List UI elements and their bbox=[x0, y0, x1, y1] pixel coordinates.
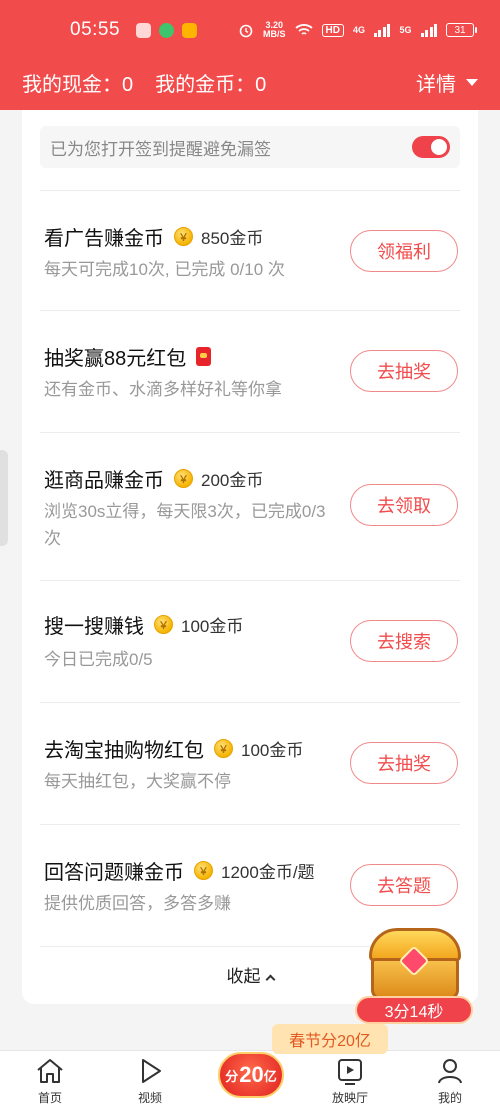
alarm-icon bbox=[239, 24, 253, 38]
task-title: 回答问题赚金币 ￥ 1200金币/题 bbox=[44, 856, 315, 885]
coin-icon: ￥ bbox=[174, 469, 193, 488]
signin-reminder-text: 已为您打开签到提醒避免漏签 bbox=[50, 139, 271, 159]
task-item-ad: 看广告赚金币 ￥ 850金币 每天可完成10次, 已完成 0/10 次 领福利 bbox=[22, 190, 478, 310]
task-desc: 提供优质回答，多答多赚 bbox=[44, 894, 231, 913]
nav-item-theater[interactable]: 放映厅 bbox=[300, 1051, 400, 1110]
nav-item-mine[interactable]: 我的 bbox=[400, 1051, 500, 1110]
task-desc: 每天抽红包，大奖赢不停 bbox=[44, 772, 231, 791]
coin-icon: ￥ bbox=[154, 615, 173, 634]
side-drawer-handle[interactable] bbox=[0, 450, 8, 546]
go-answer-button[interactable]: 去答题 bbox=[350, 864, 458, 906]
signal-5g-icon bbox=[420, 23, 437, 37]
net-speed: 3.20 MB/S bbox=[263, 20, 286, 39]
coin-balance: 我的金币：0 bbox=[155, 73, 267, 96]
coin-icon: ￥ bbox=[194, 861, 213, 880]
task-reward: 100金币 bbox=[181, 617, 244, 636]
task-desc: 还有金币、水滴多样好礼等你拿 bbox=[44, 380, 282, 399]
network-4g: 4G bbox=[352, 25, 365, 35]
promo-badge[interactable]: 分 20 亿 bbox=[218, 1052, 284, 1098]
signal-4g-icon bbox=[373, 23, 391, 37]
collapse-label: 收起 bbox=[226, 967, 261, 986]
task-title: 去淘宝抽购物红包 ￥ 100金币 bbox=[44, 734, 303, 763]
task-desc: 今日已完成0/5 bbox=[44, 650, 153, 669]
nav-item-video[interactable]: 视频 bbox=[100, 1051, 200, 1110]
signin-reminder-toggle[interactable] bbox=[412, 136, 450, 158]
nav-label: 首页 bbox=[37, 1091, 62, 1105]
treasure-chest-widget[interactable]: 3分14秒 bbox=[355, 920, 473, 1024]
spring-festival-tag[interactable]: 春节分20亿 bbox=[272, 1024, 388, 1054]
toggle-knob bbox=[431, 139, 447, 155]
task-item-taobao: 去淘宝抽购物红包 ￥ 100金币 每天抽红包，大奖赢不停 去抽奖 bbox=[22, 702, 478, 824]
signin-reminder-row: 已为您打开签到提醒避免漏签 bbox=[40, 126, 460, 168]
task-title: 逛商品赚金币 ￥ 200金币 bbox=[44, 464, 263, 493]
screen-icon bbox=[338, 1059, 362, 1085]
detail-button[interactable]: 详情 bbox=[416, 68, 478, 97]
go-search-button[interactable]: 去搜索 bbox=[350, 620, 458, 662]
nav-label: 放映厅 bbox=[331, 1091, 368, 1105]
wallet-header: 我的现金：0 我的金币：0 详情 bbox=[0, 62, 500, 102]
notification-icons bbox=[136, 22, 198, 38]
task-reward: 850金币 bbox=[201, 229, 264, 248]
go-lottery-button[interactable]: 去抽奖 bbox=[350, 350, 458, 392]
task-desc: 每天可完成10次, 已完成 0/10 次 bbox=[44, 260, 285, 279]
status-time: 05:55 bbox=[70, 19, 121, 40]
chevron-up-icon bbox=[265, 974, 275, 985]
red-envelope-icon bbox=[196, 347, 212, 366]
nav-label: 我的 bbox=[437, 1091, 462, 1105]
play-icon bbox=[142, 1059, 161, 1083]
go-claim-button[interactable]: 去领取 bbox=[350, 484, 458, 526]
coin-icon: ￥ bbox=[174, 227, 193, 246]
task-reward: 100金币 bbox=[241, 741, 304, 760]
task-item-lottery: 抽奖赢88元红包 还有金币、水滴多样好礼等你拿 去抽奖 bbox=[22, 310, 478, 432]
task-reward: 1200金币/题 bbox=[221, 863, 315, 882]
wechat-app-icon bbox=[159, 22, 175, 38]
chest-timer: 3分14秒 bbox=[355, 996, 473, 1024]
nav-label: 视频 bbox=[137, 1091, 162, 1105]
task-title: 看广告赚金币 ￥ 850金币 bbox=[44, 222, 263, 251]
claim-welfare-button[interactable]: 领福利 bbox=[350, 230, 458, 272]
person-icon bbox=[438, 1059, 462, 1084]
top-bar: 05:55 3.20 MB/S HD 4G 5G 31 我的现金：0 我的金币：… bbox=[0, 0, 500, 110]
video-app-icon bbox=[136, 22, 152, 38]
caret-down-icon bbox=[466, 78, 478, 86]
treasure-chest-icon bbox=[369, 928, 461, 1000]
battery-icon: 31 bbox=[446, 23, 477, 37]
status-bar: 05:55 3.20 MB/S HD 4G 5G 31 bbox=[0, 0, 500, 60]
task-item-search: 搜一搜赚钱 ￥ 100金币 今日已完成0/5 去搜索 bbox=[22, 580, 478, 702]
status-right: 3.20 MB/S HD 4G 5G 31 bbox=[238, 20, 477, 39]
task-desc: 浏览30s立得，每天限3次，已完成0/3次 bbox=[44, 502, 326, 548]
hd-badge: HD bbox=[321, 23, 344, 37]
home-icon bbox=[37, 1059, 63, 1083]
shopping-app-icon bbox=[182, 22, 198, 38]
task-title: 抽奖赢88元红包 bbox=[44, 342, 212, 371]
task-reward: 200金币 bbox=[201, 471, 264, 490]
network-5g: 5G bbox=[399, 25, 412, 35]
detail-label: 详情 bbox=[416, 73, 456, 96]
wifi-icon bbox=[294, 24, 313, 35]
go-taobao-lottery-button[interactable]: 去抽奖 bbox=[350, 742, 458, 784]
coin-icon: ￥ bbox=[214, 739, 233, 758]
task-card: 已为您打开签到提醒避免漏签 看广告赚金币 ￥ 850金币 每天可完成10次, 已… bbox=[22, 96, 478, 1004]
task-item-browse: 逛商品赚金币 ￥ 200金币 浏览30s立得，每天限3次，已完成0/3次 去领取 bbox=[22, 432, 478, 580]
nav-item-home[interactable]: 首页 bbox=[0, 1051, 100, 1110]
task-title: 搜一搜赚钱 ￥ 100金币 bbox=[44, 610, 243, 639]
cash-balance: 我的现金：0 bbox=[22, 73, 134, 96]
